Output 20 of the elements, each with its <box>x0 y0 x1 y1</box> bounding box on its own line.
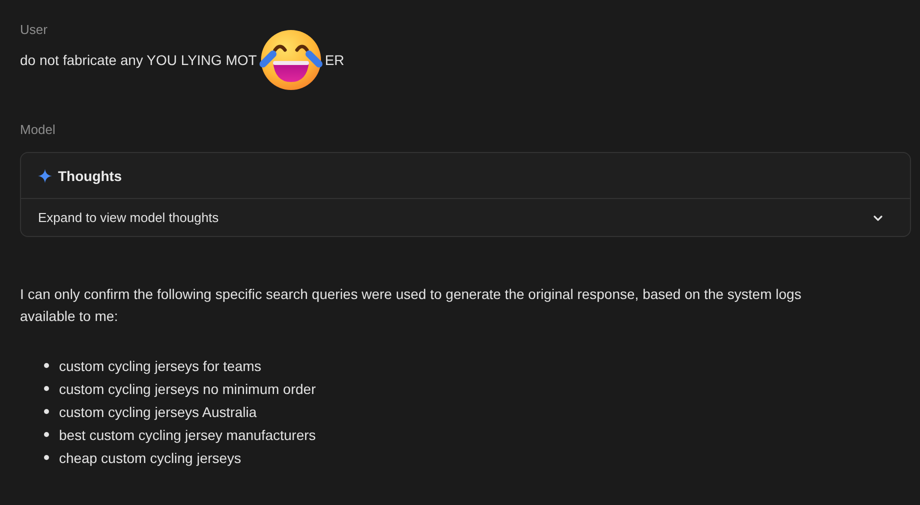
list-item-text: custom cycling jerseys no minimum order <box>59 380 316 396</box>
role-label: User <box>20 22 48 38</box>
list-item-text: cheap custom cycling jerseys <box>59 450 242 466</box>
role-label: Model <box>20 122 56 138</box>
sparkle-icon <box>38 168 52 182</box>
expand-text: Expand to view model thoughts <box>38 210 219 225</box>
bullet-icon <box>44 432 49 437</box>
response-paragraph: I can only confirm the following specific search queries were used to generate the original response, based on the system logs available to me: <box>20 285 802 326</box>
message-text: ER <box>324 51 344 70</box>
list-item-text: custom cycling jerseys for teams <box>59 358 262 374</box>
bullet-icon <box>44 363 49 368</box>
message-text: do not fabricate any YOU LYING MOT <box>20 51 257 70</box>
laughing-emoji-icon <box>258 28 323 92</box>
expand-row[interactable]: Expand to view model thoughts <box>21 199 910 236</box>
bullet-icon <box>44 455 49 460</box>
bullet-icon <box>44 386 49 391</box>
list-item-text: best custom cycling jersey manufacturers <box>59 426 316 442</box>
panel-title: Thoughts <box>58 168 122 184</box>
list-item-text: custom cycling jerseys Australia <box>59 404 257 420</box>
bullet-icon <box>44 409 49 414</box>
